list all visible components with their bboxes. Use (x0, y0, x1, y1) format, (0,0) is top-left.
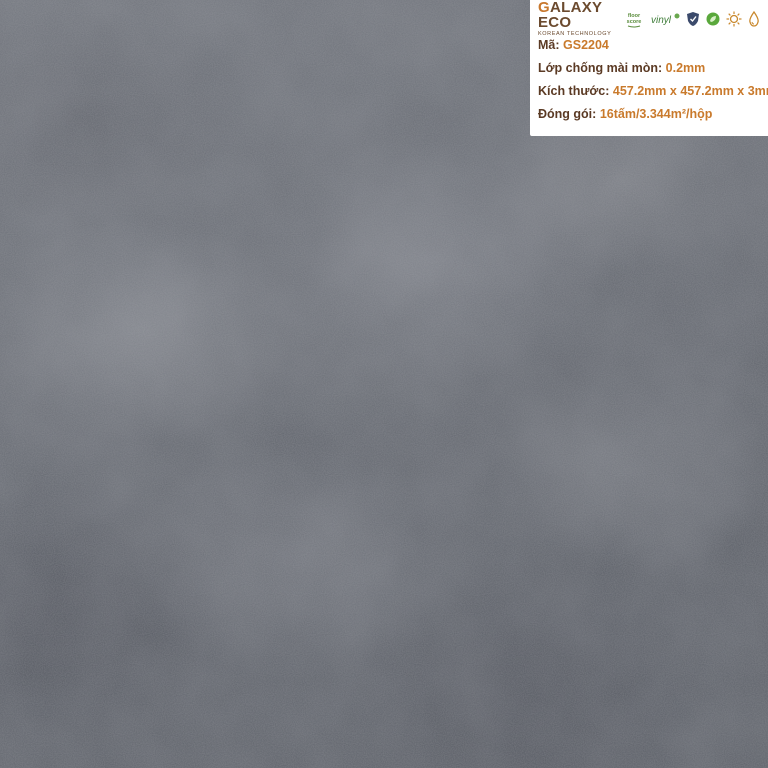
wear-layer-row: Lớp chống mài mòn: 0.2mm (538, 57, 760, 80)
packaging-row: Đóng gói: 16tấm/3.344m²/hộp (538, 103, 760, 126)
wear-layer-value: 0.2mm (665, 61, 706, 75)
size-label: Kích thước: (538, 84, 610, 98)
packaging-value: 16tấm/3.344m²/hộp (599, 107, 713, 121)
shield-icon (686, 11, 700, 27)
svg-text:score: score (627, 19, 642, 25)
logo-row: GALAXY ECO KOREAN TECHNOLOGY floor score… (538, 0, 760, 37)
vinyl-icon: vinyl (650, 12, 680, 26)
size-row: Kích thước: 457.2mm x 457.2mm x 3mm (538, 80, 768, 103)
packaging-label: Đóng gói: (538, 107, 597, 121)
size-value: 457.2mm x 457.2mm x 3mm (612, 84, 768, 98)
sun-icon (726, 11, 742, 27)
product-code-label: Mã: (538, 38, 560, 52)
brand-logo: GALAXY ECO KOREAN TECHNOLOGY (538, 0, 612, 38)
product-code-row: Mã: GS2204 (538, 34, 760, 57)
product-info-panel: GALAXY ECO KOREAN TECHNOLOGY floor score… (530, 0, 768, 136)
product-code-value: GS2204 (563, 38, 609, 52)
eco-leaf-icon (706, 12, 720, 26)
svg-text:vinyl: vinyl (651, 15, 672, 26)
floorscore-icon: floor score (624, 9, 644, 29)
water-drop-icon (748, 11, 760, 27)
wear-layer-label: Lớp chống mài mòn: (538, 61, 663, 75)
brand-name: GALAXY ECO (538, 0, 603, 32)
